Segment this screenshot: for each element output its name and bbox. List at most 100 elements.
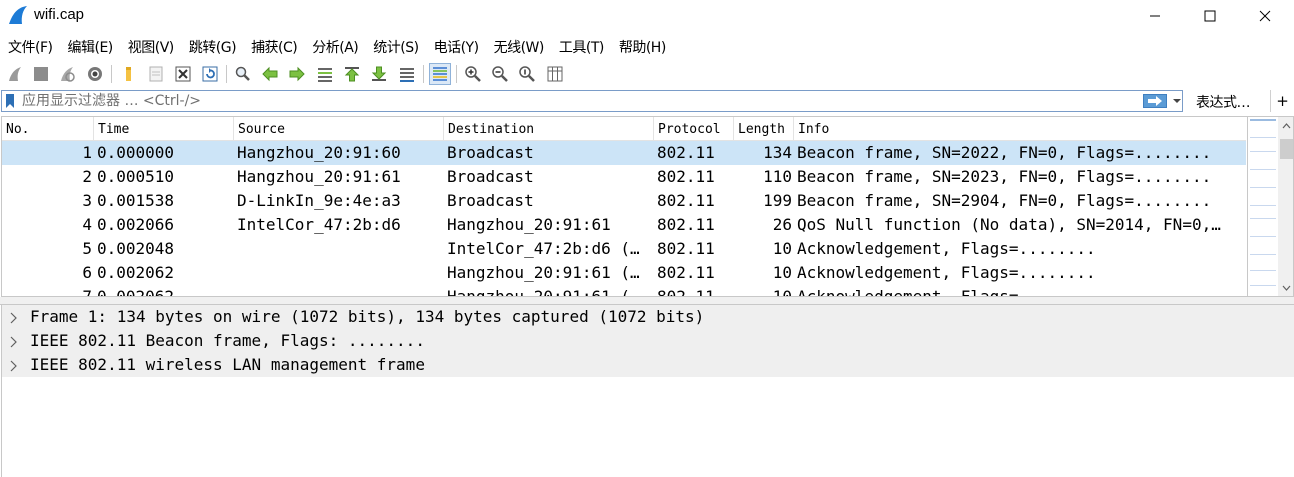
expression-button[interactable]: 表达式…	[1196, 92, 1251, 112]
colorize-icon[interactable]	[429, 63, 451, 85]
tree-item-label: IEEE 802.11 Beacon frame, Flags: .......…	[30, 331, 425, 350]
close-button[interactable]	[1242, 0, 1288, 31]
cell-info: Acknowledgement, Flags=........	[797, 263, 1096, 282]
menu-tools[interactable]: 工具(T)	[551, 34, 611, 58]
cell-protocol: 802.11	[657, 287, 715, 297]
cell-time: 0.002066	[97, 215, 175, 234]
column-header-source[interactable]: Source	[234, 117, 444, 141]
cell-no: 4	[82, 215, 92, 234]
chevron-right-icon[interactable]	[9, 358, 19, 372]
packet-minimap[interactable]	[1247, 117, 1277, 296]
capture-options-icon[interactable]	[84, 63, 106, 85]
table-row[interactable]: 7 0.002062 Hangzhou_20:91:61 (… 802.11 1…	[2, 285, 1246, 297]
table-row[interactable]: 4 0.002066 IntelCor_47:2b:d6 Hangzhou_20…	[2, 213, 1246, 237]
scrollbar-thumb[interactable]	[1280, 139, 1293, 159]
cell-destination: Broadcast	[447, 191, 534, 210]
table-row[interactable]: 5 0.002048 IntelCor_47:2b:d6 (… 802.11 1…	[2, 237, 1246, 261]
tree-item-80211-beacon[interactable]: IEEE 802.11 Beacon frame, Flags: .......…	[2, 329, 1294, 353]
cell-protocol: 802.11	[657, 215, 715, 234]
zoom-in-icon[interactable]	[462, 63, 484, 85]
cell-length: 10	[772, 287, 792, 297]
stop-capture-icon[interactable]	[30, 63, 52, 85]
minimize-button[interactable]	[1132, 0, 1178, 31]
scroll-down-chevron-icon[interactable]	[1278, 279, 1293, 296]
cell-time: 0.000510	[97, 167, 175, 186]
resize-columns-icon[interactable]	[544, 63, 566, 85]
tree-item-label: IEEE 802.11 wireless LAN management fram…	[30, 355, 425, 374]
menu-help[interactable]: 帮助(H)	[611, 34, 673, 58]
cell-protocol: 802.11	[657, 263, 715, 282]
scroll-up-chevron-icon[interactable]	[1278, 117, 1293, 134]
open-file-icon[interactable]	[117, 63, 139, 85]
menu-capture[interactable]: 捕获(C)	[243, 34, 304, 58]
title-bar: wifi.cap	[0, 0, 1294, 31]
column-header-no[interactable]: No.	[2, 117, 94, 141]
cell-time: 0.000000	[97, 143, 175, 162]
menu-wireless[interactable]: 无线(W)	[486, 34, 551, 58]
go-first-packet-icon[interactable]	[341, 63, 363, 85]
table-row[interactable]: 6 0.002062 Hangzhou_20:91:61 (… 802.11 1…	[2, 261, 1246, 285]
cell-info: Beacon frame, SN=2022, FN=0, Flags=.....…	[797, 143, 1212, 162]
cell-info: Beacon frame, SN=2904, FN=0, Flags=.....…	[797, 191, 1212, 210]
tree-item-frame[interactable]: Frame 1: 134 bytes on wire (1072 bits), …	[2, 305, 1294, 329]
maximize-button[interactable]	[1187, 0, 1233, 31]
display-filter-input[interactable]	[22, 92, 1132, 110]
close-file-icon[interactable]	[172, 63, 194, 85]
packet-list: No. Time Source Destination Protocol Len…	[1, 116, 1294, 297]
display-filter-box	[1, 90, 1183, 112]
cell-info: Acknowledgement, Flags=........	[797, 239, 1096, 258]
pane-splitter[interactable]	[0, 297, 1294, 305]
window-title: wifi.cap	[34, 6, 85, 23]
table-row[interactable]: 2 0.000510 Hangzhou_20:91:61 Broadcast 8…	[2, 165, 1246, 189]
find-packet-icon[interactable]	[232, 63, 254, 85]
table-row[interactable]: 1 0.000000 Hangzhou_20:91:60 Broadcast 8…	[2, 141, 1246, 165]
menu-edit[interactable]: 编辑(E)	[59, 34, 119, 58]
save-file-icon[interactable]	[145, 63, 167, 85]
cell-info: Beacon frame, SN=2023, FN=0, Flags=.....…	[797, 167, 1212, 186]
column-header-info[interactable]: Info	[794, 117, 1246, 141]
tree-item-label: Frame 1: 134 bytes on wire (1072 bits), …	[30, 307, 705, 326]
restart-capture-icon[interactable]	[56, 63, 78, 85]
cell-time: 0.002062	[97, 263, 175, 282]
cell-length: 199	[763, 191, 792, 210]
table-row[interactable]: 3 0.001538 D-LinkIn_9e:4e:a3 Broadcast 8…	[2, 189, 1246, 213]
go-back-icon[interactable]	[259, 63, 281, 85]
filter-history-chevron-down-icon[interactable]	[1172, 95, 1182, 107]
add-filter-button[interactable]: +	[1270, 90, 1294, 112]
column-header-time[interactable]: Time	[94, 117, 234, 141]
start-capture-icon[interactable]	[4, 63, 26, 85]
menu-telephony[interactable]: 电话(Y)	[426, 34, 486, 58]
cell-length: 26	[772, 215, 792, 234]
apply-filter-arrow-icon[interactable]	[1143, 94, 1167, 108]
main-toolbar	[0, 61, 1294, 88]
menu-view[interactable]: 视图(V)	[120, 34, 181, 58]
wireshark-fin-icon	[7, 4, 29, 26]
go-forward-icon[interactable]	[286, 63, 308, 85]
menu-file[interactable]: 文件(F)	[0, 34, 59, 58]
cell-time: 0.002062	[97, 287, 175, 297]
auto-scroll-icon[interactable]	[396, 63, 418, 85]
menu-analyze[interactable]: 分析(A)	[304, 34, 365, 58]
bookmark-icon[interactable]	[5, 93, 15, 109]
cell-destination: IntelCor_47:2b:d6 (…	[447, 239, 640, 258]
cell-source: IntelCor_47:2b:d6	[237, 215, 401, 234]
cell-length: 134	[763, 143, 792, 162]
cell-time: 0.001538	[97, 191, 175, 210]
menu-statistics[interactable]: 统计(S)	[365, 34, 425, 58]
menu-go[interactable]: 跳转(G)	[181, 34, 243, 58]
tree-item-wlan-mgmt[interactable]: IEEE 802.11 wireless LAN management fram…	[2, 353, 1294, 377]
go-last-packet-icon[interactable]	[368, 63, 390, 85]
column-header-protocol[interactable]: Protocol	[654, 117, 734, 141]
column-header-length[interactable]: Length	[734, 117, 794, 141]
go-to-packet-icon[interactable]	[314, 63, 336, 85]
chevron-right-icon[interactable]	[9, 310, 19, 324]
column-header-destination[interactable]: Destination	[444, 117, 654, 141]
cell-protocol: 802.11	[657, 143, 715, 162]
cell-no: 5	[82, 239, 92, 258]
chevron-right-icon[interactable]	[9, 334, 19, 348]
packet-list-scrollbar[interactable]	[1278, 117, 1293, 296]
reload-file-icon[interactable]	[199, 63, 221, 85]
zoom-out-icon[interactable]	[489, 63, 511, 85]
cell-source: D-LinkIn_9e:4e:a3	[237, 191, 401, 210]
zoom-normal-icon[interactable]	[516, 63, 538, 85]
